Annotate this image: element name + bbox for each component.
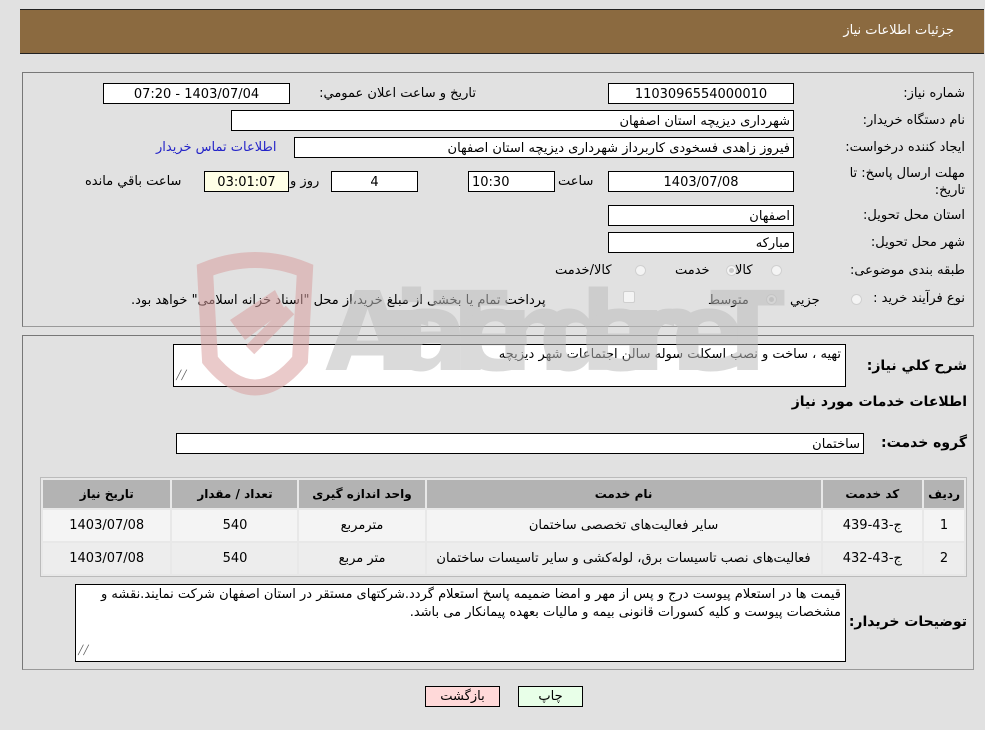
resize-grip-icon[interactable]: ╱╱ <box>78 642 89 660</box>
days-label: روز و <box>290 174 320 189</box>
cell-service-code: ج-43-439 <box>822 510 923 541</box>
cell-need-date: 1403/07/08 <box>43 510 171 541</box>
table-row: 1 ج-43-439 سایر فعالیت‌های تخصصی ساختمان… <box>43 510 964 541</box>
buyer-contact-link[interactable]: اطلاعات تماس خریدار <box>156 140 276 155</box>
cell-service-name: سایر فعالیت‌های تخصصی ساختمان <box>426 510 821 541</box>
cell-service-code: ج-43-432 <box>822 543 923 574</box>
category-label: طبقه بندی موضوعی: <box>849 263 965 278</box>
purchase-radio-minor[interactable] <box>851 294 862 305</box>
delivery-city-label: شهر محل تحویل: <box>870 235 965 250</box>
back-button[interactable]: بازگشت <box>425 686 500 707</box>
purchase-radio-medium[interactable] <box>766 294 777 305</box>
purchase-option-medium: متوسط <box>708 293 749 308</box>
summary-textarea[interactable]: تهیه ، ساخت و نصب اسکلت سوله سالن اجتماع… <box>173 344 846 387</box>
summary-label: شرح کلي نیاز: <box>866 358 967 374</box>
deadline-date-field: 1403/07/08 <box>608 171 794 192</box>
time-remaining-label: ساعت باقي مانده <box>85 174 182 189</box>
purchase-type-label: نوع فرآیند خرید : <box>873 291 965 306</box>
buyer-org-label: نام دستگاه خریدار: <box>862 113 965 128</box>
services-section-title: اطلاعات خدمات مورد نیاز <box>791 394 967 410</box>
col-header-quantity: تعداد / مقدار <box>172 480 298 508</box>
purchase-option-minor: جزیي <box>790 293 820 308</box>
cell-row-number: 2 <box>924 543 964 574</box>
delivery-province-field: اصفهان <box>608 205 794 226</box>
table-header-row: ردیف کد خدمت نام خدمت واحد اندازه گیری ت… <box>43 480 964 508</box>
service-group-field: ساختمان <box>176 433 864 454</box>
col-header-row-number: ردیف <box>924 480 964 508</box>
col-header-service-code: کد خدمت <box>822 480 923 508</box>
treasury-checkbox-label: پرداخت تمام یا بخشی از مبلغ خرید،از محل … <box>131 293 546 308</box>
cell-quantity: 540 <box>172 543 298 574</box>
time-remaining-field: 03:01:07 <box>204 171 289 192</box>
category-radio-goods[interactable] <box>771 265 782 276</box>
buyer-notes-textarea[interactable]: قیمت ها در استعلام پیوست درج و پس از مهر… <box>75 584 846 662</box>
category-option-goods-service: کالا/خدمت <box>555 263 612 278</box>
cell-service-name: فعالیت‌های نصب تاسیسات برق، لوله‌کشی و س… <box>426 543 821 574</box>
announce-datetime-label: تاریخ و ساعت اعلان عمومي: <box>319 86 476 101</box>
treasury-checkbox[interactable] <box>623 291 635 303</box>
summary-text: تهیه ، ساخت و نصب اسکلت سوله سالن اجتماع… <box>498 347 841 362</box>
page-title: جزئیات اطلاعات نیاز <box>843 23 954 38</box>
need-number-field: 1103096554000010 <box>608 83 794 104</box>
category-option-service: خدمت <box>675 263 710 278</box>
services-panel: شرح کلي نیاز: تهیه ، ساخت و نصب اسکلت سو… <box>22 335 974 670</box>
col-header-service-name: نام خدمت <box>426 480 821 508</box>
buyer-notes-label: توضیحات خریدار: <box>848 614 967 630</box>
buyer-org-field: شهرداری دیزیچه استان اصفهان <box>231 110 794 131</box>
requester-field: فیروز زاهدی فسخودی کاربرداز شهرداری دیزی… <box>294 137 794 158</box>
deadline-label: مهلت ارسال پاسخ: تا تاریخ: <box>849 166 965 198</box>
delivery-city-field: مبارکه <box>608 232 794 253</box>
category-radio-service[interactable] <box>726 265 737 276</box>
requester-label: ایجاد کننده درخواست: <box>845 140 965 155</box>
table-row: 2 ج-43-432 فعالیت‌های نصب تاسیسات برق، ل… <box>43 543 964 574</box>
cell-unit: متر مربع <box>299 543 425 574</box>
col-header-need-date: تاریخ نیاز <box>43 480 171 508</box>
col-header-unit: واحد اندازه گیری <box>299 480 425 508</box>
deadline-time-field: 10:30 <box>468 171 555 192</box>
resize-grip-icon[interactable]: ╱╱ <box>176 367 187 385</box>
cell-unit: مترمربع <box>299 510 425 541</box>
print-button[interactable]: چاپ <box>518 686 583 707</box>
category-radio-goods-service[interactable] <box>635 265 646 276</box>
cell-row-number: 1 <box>924 510 964 541</box>
delivery-province-label: استان محل تحویل: <box>863 208 965 223</box>
announce-datetime-field: 1403/07/04 - 07:20 <box>103 83 290 104</box>
need-details-panel: شماره نیاز: 1103096554000010 تاریخ و ساع… <box>22 72 974 327</box>
days-remaining-field: 4 <box>331 171 418 192</box>
category-option-goods: کالا <box>735 263 753 278</box>
need-number-label: شماره نیاز: <box>903 86 965 101</box>
services-table: ردیف کد خدمت نام خدمت واحد اندازه گیری ت… <box>40 477 967 577</box>
cell-need-date: 1403/07/08 <box>43 543 171 574</box>
service-group-label: گروه خدمت: <box>881 435 967 451</box>
page-header: جزئیات اطلاعات نیاز <box>20 9 984 54</box>
buyer-notes-text: قیمت ها در استعلام پیوست درج و پس از مهر… <box>101 587 841 620</box>
cell-quantity: 540 <box>172 510 298 541</box>
deadline-time-label: ساعت <box>558 174 594 189</box>
